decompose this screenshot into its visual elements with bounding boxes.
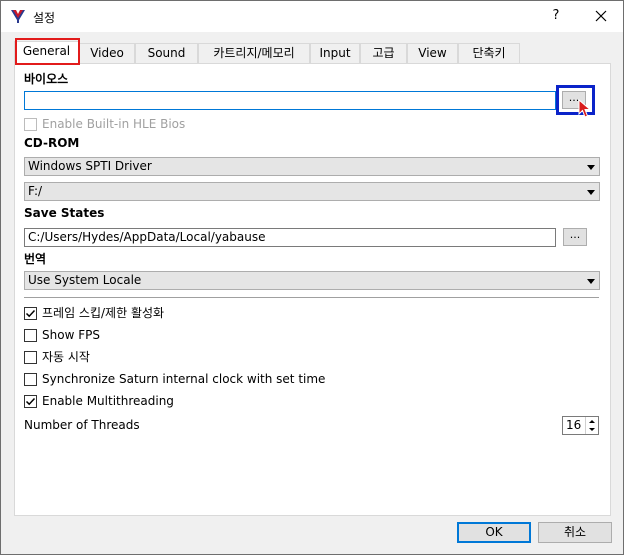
tab-input[interactable]: Input xyxy=(310,43,360,63)
cdrom-drive-select[interactable]: F:/ xyxy=(24,182,600,201)
show-fps-label: Show FPS xyxy=(42,328,100,342)
threads-spinbox[interactable]: 16 xyxy=(562,416,599,435)
locale-select[interactable]: Use System Locale xyxy=(24,271,600,290)
sync-clock-label: Synchronize Saturn internal clock with s… xyxy=(42,372,326,386)
chevron-down-icon xyxy=(587,165,595,170)
multithreading-label: Enable Multithreading xyxy=(42,394,174,408)
chevron-down-icon xyxy=(587,279,595,284)
close-icon[interactable] xyxy=(583,3,619,29)
multithreading-checkbox-box[interactable] xyxy=(24,395,37,408)
spin-arrows-icon[interactable] xyxy=(586,417,598,434)
tab-shortcuts[interactable]: 단축키 xyxy=(458,43,520,63)
checkmark-icon xyxy=(25,397,36,406)
tab-cartridge-memory[interactable]: 카트리지/메모리 xyxy=(198,43,310,63)
cdrom-driver-select[interactable]: Windows SPTI Driver xyxy=(24,157,600,176)
auto-start-checkbox-box[interactable] xyxy=(24,351,37,364)
threads-value: 16 xyxy=(566,418,582,432)
cdrom-driver-value: Windows SPTI Driver xyxy=(28,159,152,173)
tab-advanced[interactable]: 고급 xyxy=(360,43,407,63)
show-fps-checkbox-box[interactable] xyxy=(24,329,37,342)
frame-skip-checkbox-box[interactable] xyxy=(24,307,37,320)
settings-dialog: 설정 ? General Video Sound 카트리지/메모리 Input … xyxy=(0,0,624,555)
divider xyxy=(24,297,599,298)
chevron-down-icon xyxy=(587,190,595,195)
mouse-pointer-icon xyxy=(578,99,592,118)
tab-view[interactable]: View xyxy=(407,43,458,63)
translation-section-label: 번역 xyxy=(24,252,47,266)
cdrom-drive-value: F:/ xyxy=(28,184,43,198)
frame-skip-label: 프레임 스킵/제한 활성화 xyxy=(42,306,165,320)
threads-label: Number of Threads xyxy=(24,418,140,432)
cancel-button[interactable]: 취소 xyxy=(538,522,612,543)
bios-path-input[interactable] xyxy=(24,91,556,110)
checkmark-icon xyxy=(25,309,36,318)
hle-bios-checkbox-box[interactable] xyxy=(24,118,37,131)
hle-bios-label: Enable Built-in HLE Bios xyxy=(42,117,186,131)
yabause-logo-icon xyxy=(11,10,25,23)
locale-value: Use System Locale xyxy=(28,273,142,287)
save-states-section-label: Save States xyxy=(24,206,105,220)
tab-highlight-box xyxy=(15,38,80,65)
save-states-path-input[interactable]: C:/Users/Hydes/AppData/Local/yabause xyxy=(24,228,556,247)
window-title: 설정 xyxy=(33,11,56,25)
help-button[interactable]: ? xyxy=(541,5,571,27)
bios-section-label: 바이오스 xyxy=(24,72,69,86)
save-states-browse-button[interactable]: ... xyxy=(563,228,587,246)
tab-video[interactable]: Video xyxy=(79,43,135,63)
auto-start-label: 자동 시작 xyxy=(42,350,90,364)
threads-spin-buttons[interactable] xyxy=(585,417,598,434)
sync-clock-checkbox-box[interactable] xyxy=(24,373,37,386)
title-bar: 설정 ? xyxy=(1,1,623,32)
ok-button[interactable]: OK xyxy=(457,522,531,543)
tab-sound[interactable]: Sound xyxy=(135,43,198,63)
cdrom-section-label: CD-ROM xyxy=(24,136,80,150)
